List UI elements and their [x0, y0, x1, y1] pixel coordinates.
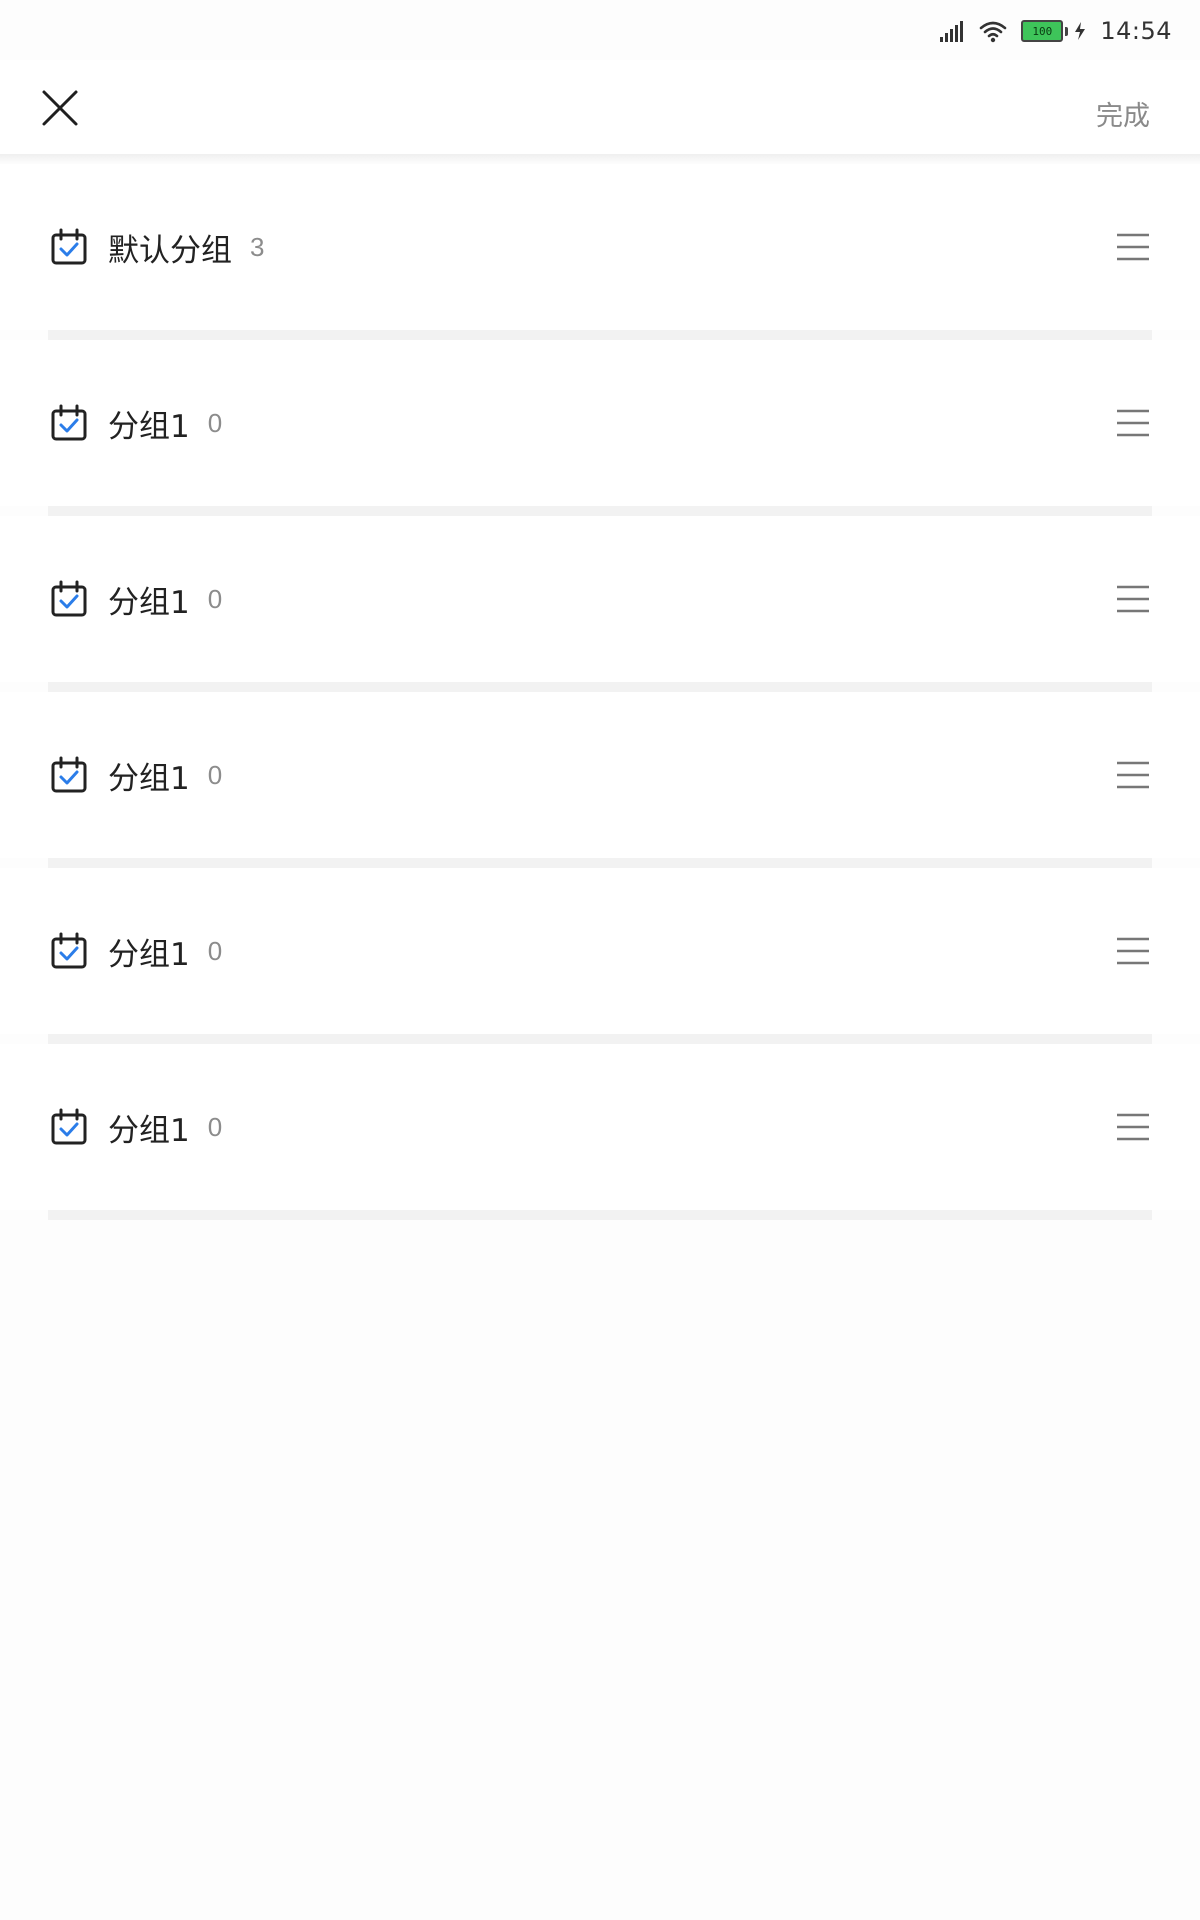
- drag-handle-icon[interactable]: [1116, 935, 1150, 967]
- battery-tip: [1065, 26, 1069, 36]
- group-row-content: 分组1 0: [50, 692, 1150, 858]
- close-icon[interactable]: [40, 88, 80, 128]
- group-row-content: 分组1 0: [50, 1044, 1150, 1210]
- battery-indicator: 100: [1021, 20, 1069, 42]
- status-indicators: 100 14:54: [939, 14, 1172, 48]
- group-name: 分组1: [108, 936, 190, 973]
- row-divider: [48, 1034, 1152, 1044]
- row-divider: [48, 1210, 1152, 1220]
- drag-handle-icon[interactable]: [1116, 583, 1150, 615]
- group-row-content: 分组1 0: [50, 868, 1150, 1034]
- row-divider: [48, 330, 1152, 340]
- group-count: 0: [207, 935, 223, 966]
- group-count: 0: [207, 407, 223, 438]
- battery-level: 100: [1021, 20, 1064, 42]
- group-row[interactable]: 分组1 0: [0, 868, 1200, 1044]
- group-row[interactable]: 分组1 0: [0, 692, 1200, 868]
- group-row-content: 默认分组 3: [50, 164, 1150, 330]
- done-button[interactable]: 完成: [1096, 94, 1150, 133]
- group-count: 0: [207, 583, 223, 614]
- group-count: 3: [250, 231, 265, 262]
- row-divider: [48, 682, 1152, 692]
- group-row-content: 分组1 0: [50, 340, 1150, 506]
- header-bar: 完成: [0, 60, 1200, 154]
- calendar-check-icon: [51, 228, 87, 265]
- group-list: 默认分组 3 分组1 0 分组1 0 分组1 0 分组1 0 分组1 0: [0, 164, 1200, 1220]
- group-name: 分组1: [108, 1112, 190, 1149]
- calendar-check-icon: [51, 932, 87, 969]
- group-row[interactable]: 分组1 0: [0, 516, 1200, 692]
- calendar-check-icon: [51, 1108, 87, 1145]
- row-divider: [48, 506, 1152, 516]
- status-bar: 100 14:54: [0, 0, 1200, 60]
- group-name: 分组1: [108, 408, 190, 445]
- group-name: 分组1: [108, 584, 190, 621]
- group-count: 0: [207, 1111, 223, 1142]
- wifi-icon: [980, 21, 1007, 43]
- group-row[interactable]: 分组1 0: [0, 1044, 1200, 1220]
- drag-handle-icon[interactable]: [1116, 231, 1150, 263]
- drag-handle-icon[interactable]: [1116, 759, 1150, 791]
- calendar-check-icon: [51, 756, 87, 793]
- row-divider: [48, 858, 1152, 868]
- calendar-check-icon: [51, 580, 87, 617]
- group-name: 默认分组: [108, 232, 232, 269]
- calendar-check-icon: [51, 404, 87, 441]
- header-divider: [0, 154, 1200, 164]
- group-name: 分组1: [108, 760, 190, 797]
- signal-icon: [940, 21, 964, 42]
- charging-bolt-icon: [1075, 22, 1086, 40]
- drag-handle-icon[interactable]: [1116, 1111, 1150, 1143]
- status-time: 14:54: [1100, 17, 1172, 45]
- group-row-content: 分组1 0: [50, 516, 1150, 682]
- drag-handle-icon[interactable]: [1116, 407, 1150, 439]
- group-row[interactable]: 默认分组 3: [0, 164, 1200, 340]
- group-row[interactable]: 分组1 0: [0, 340, 1200, 516]
- group-count: 0: [207, 759, 223, 790]
